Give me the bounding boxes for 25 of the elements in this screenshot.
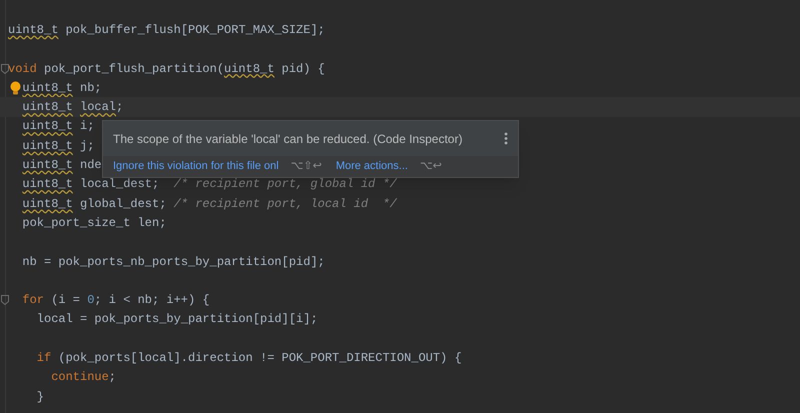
code-line: uint8_t local_dest; /* recipient port, global id */: [22, 178, 397, 190]
inspection-message: The scope of the variable 'local' can be reduced. (Code Inspector): [113, 130, 462, 148]
code-line: pok_port_size_t len;: [22, 216, 166, 229]
code-line: local = pok_ports_by_partition[pid][i];: [36, 313, 318, 326]
code-line: for (i = 0; i < nb; i++) {: [22, 294, 210, 306]
code-line: void pok_port_flush_partition(uint8_t pid) {: [8, 62, 325, 75]
action-link[interactable]: Ignore this violation for this file onl: [113, 158, 279, 175]
code-line: uint8_t i;: [22, 120, 94, 132]
code-line: uint8_t nde: [22, 159, 102, 172]
code-line: if (pok_ports[local].direction != POK_PORT_DIRECTION_OUT) {: [36, 352, 462, 364]
code-line: uint8_t local;: [22, 101, 124, 114]
code-line: }: [36, 390, 44, 403]
lightbulb-icon[interactable]: [10, 81, 21, 96]
shortcut-hint: ⌥↩: [420, 158, 442, 174]
code-line: uint8_t j;: [22, 140, 94, 152]
fold-icon[interactable]: [1, 295, 9, 306]
fold-icon[interactable]: [1, 64, 9, 74]
action-link[interactable]: More actions...: [336, 158, 408, 175]
code-line: uint8_t global_dest; /* recipient port, local id */: [22, 198, 397, 210]
code-line: continue;: [51, 371, 116, 384]
shortcut-hint: ⌥⇧↩: [290, 158, 322, 174]
code-line: uint8_t pok_buffer_flush[POK_PORT_MAX_SIZE];: [8, 24, 325, 36]
code-line: uint8_t nb;: [22, 82, 102, 94]
more-options-icon[interactable]: [504, 132, 508, 145]
code-line: nb = pok_ports_nb_ports_by_partition[pid];: [22, 256, 325, 268]
